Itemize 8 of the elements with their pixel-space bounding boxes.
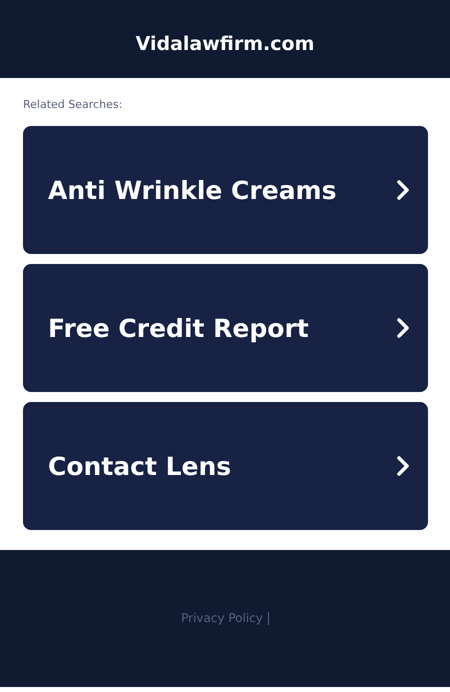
related-searches-label: Related Searches:	[23, 98, 124, 111]
search-link-card[interactable]: Anti Wrinkle Creams	[23, 126, 428, 254]
site-title: Vidalawfirm.com	[136, 32, 314, 55]
search-link-card[interactable]: Contact Lens	[23, 402, 428, 530]
chevron-right-icon	[396, 317, 410, 339]
chevron-right-icon	[396, 179, 410, 201]
search-link-card[interactable]: Free Credit Report	[23, 264, 428, 392]
chevron-right-icon	[396, 455, 410, 477]
